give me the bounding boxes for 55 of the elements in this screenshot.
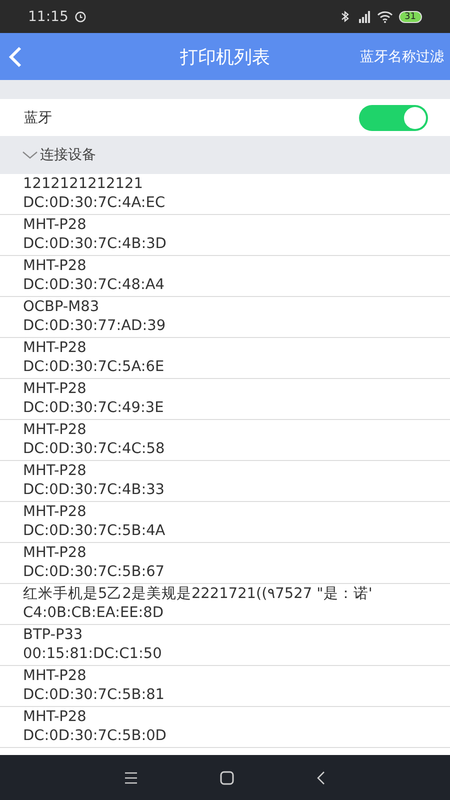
device-name: MHT-P28 (23, 216, 86, 235)
device-name: MHT-P28 (23, 708, 86, 727)
device-row[interactable]: MHT-P28 DC:0D:30:7C:4B:33 (0, 461, 450, 502)
bluetooth-toggle[interactable] (359, 104, 428, 130)
device-row[interactable]: MHT-P28 DC:0D:30:7C:4C:58 (0, 420, 450, 461)
device-address: DC:0D:30:7C:4B:3D (23, 235, 166, 254)
device-name: 红米手机是5乙2是美规是2221721((٩7527 "是：诺' (23, 585, 372, 604)
device-name: MHT-P28 (23, 421, 86, 440)
device-name: MHT-P28 (23, 544, 86, 563)
device-row[interactable]: MHT-P28 DC:0D:30:7C:5B:0D (0, 707, 450, 748)
bluetooth-icon (340, 10, 349, 23)
wifi-icon (376, 10, 393, 22)
device-row[interactable]: MHT-P28 DC:0D:30:7C:5B:81 (0, 666, 450, 707)
menu-icon[interactable] (124, 772, 138, 784)
device-address: DC:0D:30:7C:4B:33 (23, 481, 165, 500)
device-row[interactable]: MHT-P28 DC:0D:30:7C:48:A4 (0, 256, 450, 297)
alarm-clock-icon (74, 10, 88, 23)
back-icon[interactable] (316, 770, 326, 784)
device-address: C4:0B:CB:EA:EE:8D (23, 604, 164, 623)
device-address: 00:15:81:DC:C1:50 (23, 645, 162, 664)
device-address: DC:0D:30:7C:4A:EC (23, 194, 166, 213)
device-name: 1212121212121 (23, 175, 143, 194)
device-address: DC:0D:30:7C:5A:6E (23, 358, 164, 377)
device-name: MHT-P28 (23, 503, 86, 522)
device-name: MHT-P28 (23, 339, 86, 358)
device-name: MHT-P28 (23, 257, 86, 276)
device-row[interactable]: 1212121212121 DC:0D:30:7C:4A:EC (0, 174, 450, 215)
device-row[interactable]: BTP-P33 00:15:81:DC:C1:50 (0, 625, 450, 666)
device-address: DC:0D:30:7C:5B:0D (23, 727, 166, 746)
device-name: OCBP-M83 (23, 298, 100, 317)
device-row[interactable]: MHT-P28 DC:0D:30:7C:49:3E (0, 379, 450, 420)
device-row[interactable]: MHT-P28 DC:0D:30:7C:5B:4A (0, 502, 450, 543)
device-address: DC:0D:30:77:AD:39 (23, 317, 166, 336)
bluetooth-label: 蓝牙 (24, 108, 52, 126)
chevron-left-icon (8, 46, 22, 68)
device-name: MHT-P28 (23, 380, 86, 399)
device-address: DC:0D:30:7C:5B:4A (23, 522, 166, 541)
device-address: DC:0D:30:7C:4C:58 (23, 440, 165, 459)
battery-indicator: 31 (398, 10, 422, 22)
device-name: BTP-P33 (23, 626, 83, 645)
device-row[interactable]: MHT-P28 DC:0D:30:7C:5B:67 (0, 543, 450, 584)
chevron-down-icon (22, 150, 38, 160)
device-row[interactable]: MHT-P28 DC:0D:30:7C:5A:6E (0, 338, 450, 379)
device-address: DC:0D:30:7C:48:A4 (23, 276, 165, 295)
device-name: MHT-P28 (23, 667, 86, 686)
device-address: DC:0D:30:7C:49:3E (23, 399, 164, 418)
page-title: 打印机列表 (180, 46, 270, 68)
device-row[interactable]: OCBP-M83 DC:0D:30:77:AD:39 (0, 297, 450, 338)
device-address: DC:0D:30:7C:5B:67 (23, 563, 165, 582)
device-address: DC:0D:30:7C:5B:81 (23, 686, 165, 705)
device-row[interactable]: MHT-P28 DC:0D:30:7C:4B:3D (0, 215, 450, 256)
device-name: MHT-P28 (23, 462, 86, 481)
section-header[interactable]: 连接设备 (0, 136, 450, 174)
home-icon[interactable] (220, 770, 234, 784)
status-time: 11:15 (28, 8, 68, 24)
